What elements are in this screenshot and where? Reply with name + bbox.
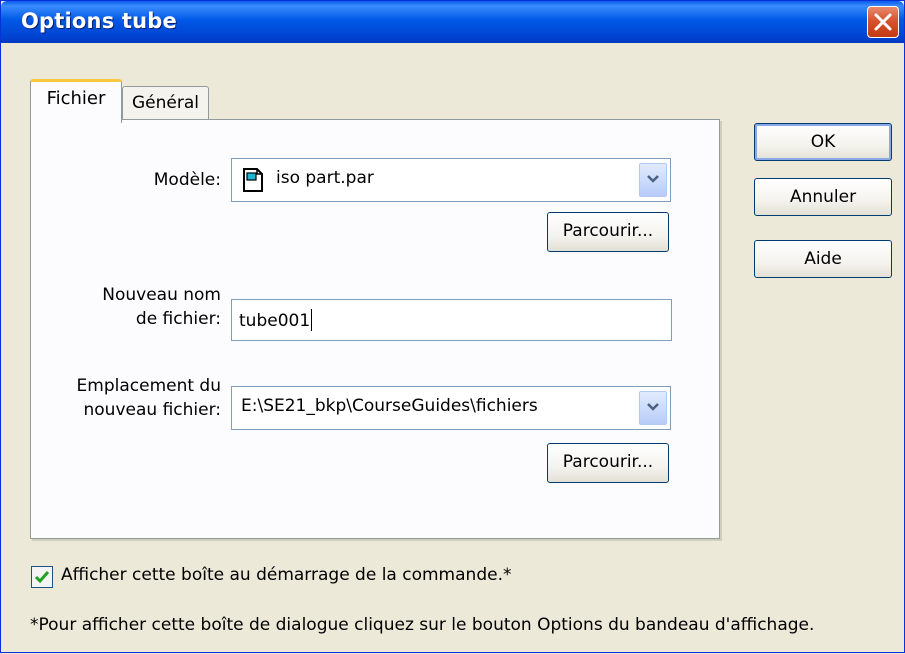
tab-fichier[interactable]: Fichier — [30, 79, 122, 123]
parcourir-modele-button[interactable]: Parcourir... — [547, 212, 669, 252]
parcourir-emplacement-label: Parcourir... — [562, 452, 654, 472]
parcourir-emplacement-button[interactable]: Parcourir... — [547, 443, 669, 483]
checkmark-icon — [34, 571, 50, 584]
nouveau-nom-text: tube001 — [239, 311, 311, 331]
parcourir-modele-label: Parcourir... — [562, 221, 654, 241]
dialog-window: Options tube Fichier Général Modèle: iso… — [0, 0, 905, 653]
emplacement-combobox[interactable]: E:\SE21_bkp\CourseGuides\fichiers — [231, 386, 671, 430]
ok-button[interactable]: OK — [754, 123, 892, 161]
nouveau-nom-input[interactable]: tube001 — [231, 299, 672, 341]
aide-button[interactable]: Aide — [754, 240, 892, 278]
emplacement-value: E:\SE21_bkp\CourseGuides\fichiers — [241, 396, 538, 416]
annuler-button[interactable]: Annuler — [754, 178, 892, 216]
chevron-down-icon — [647, 403, 659, 411]
tab-general-label: Général — [132, 93, 199, 113]
aide-button-label: Aide — [804, 249, 842, 269]
tab-fichier-label: Fichier — [46, 88, 106, 109]
chevron-down-icon — [647, 175, 659, 183]
afficher-checkbox[interactable] — [31, 566, 53, 588]
footnote-text: *Pour afficher cette boîte de dialogue c… — [30, 615, 815, 635]
nouveau-nom-value: tube001 — [239, 309, 313, 331]
modele-value: iso part.par — [276, 168, 374, 188]
tab-general[interactable]: Général — [122, 86, 209, 119]
close-icon — [874, 13, 892, 31]
modele-combobox[interactable]: iso part.par — [231, 158, 671, 202]
part-file-icon — [243, 168, 263, 192]
modele-dropdown-button[interactable] — [639, 163, 667, 197]
title-bar[interactable]: Options tube — [1, 1, 904, 43]
text-caret — [311, 309, 313, 331]
afficher-checkbox-label[interactable]: Afficher cette boîte au démarrage de la … — [61, 565, 511, 585]
ok-button-label: OK — [810, 132, 836, 152]
annuler-button-label: Annuler — [789, 187, 857, 207]
emplacement-dropdown-button[interactable] — [639, 391, 667, 425]
close-button[interactable] — [867, 6, 899, 38]
window-title: Options tube — [21, 9, 177, 33]
